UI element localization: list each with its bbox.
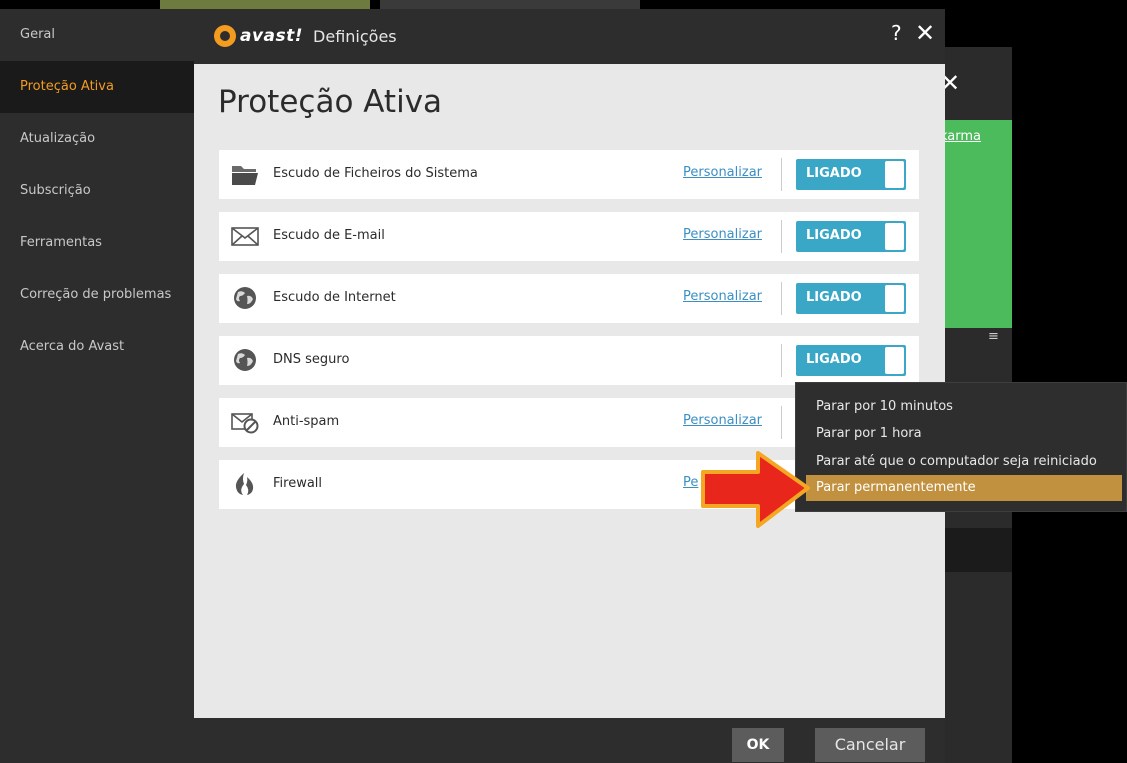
customize-link[interactable]: Pe xyxy=(683,475,698,490)
sidebar-item-acerca[interactable]: Acerca do Avast xyxy=(0,321,194,373)
shield-row: Escudo de Internet Personalizar LIGADO xyxy=(219,274,919,323)
shield-name: DNS seguro xyxy=(273,352,350,367)
toggle-knob xyxy=(885,161,904,188)
sidebar-item-geral[interactable]: Geral xyxy=(0,9,194,61)
sidebar-item-ferramentas[interactable]: Ferramentas xyxy=(0,217,194,269)
titlebar: avast! Definições ? ✕ xyxy=(194,9,945,64)
menu-item-stop-permanently[interactable]: Parar permanentemente xyxy=(806,475,1122,501)
toggle-label: LIGADO xyxy=(806,290,862,305)
close-button[interactable]: ✕ xyxy=(915,19,935,47)
toggle-knob xyxy=(885,285,904,312)
help-button[interactable]: ? xyxy=(891,21,902,45)
toggle-label: LIGADO xyxy=(806,352,862,367)
toggle-knob xyxy=(885,223,904,250)
toggle-label: LIGADO xyxy=(806,228,862,243)
avast-logo: avast! Definições xyxy=(214,23,397,49)
top-strip-segment xyxy=(160,0,370,9)
shield-row: Escudo de E-mail Personalizar LIGADO xyxy=(219,212,919,261)
toggle-label: LIGADO xyxy=(806,166,862,181)
menu-item-stop-1-hour[interactable]: Parar por 1 hora xyxy=(806,421,1122,447)
shield-toggle[interactable]: LIGADO xyxy=(796,221,906,252)
divider xyxy=(781,220,782,253)
sidebar-item-correcao[interactable]: Correção de problemas xyxy=(0,269,194,321)
brand-name: avast! xyxy=(240,26,304,46)
customize-link[interactable]: Personalizar xyxy=(683,227,762,242)
list-icon[interactable]: ≡ xyxy=(988,329,999,344)
divider xyxy=(781,406,782,439)
window-title: Definições xyxy=(313,26,397,46)
divider xyxy=(781,344,782,377)
folder-icon xyxy=(232,166,258,185)
toggle-dropdown-menu: Parar por 10 minutos Parar por 1 hora Pa… xyxy=(795,382,1127,512)
globe-icon xyxy=(234,349,256,371)
toggle-knob xyxy=(885,347,904,374)
customize-link[interactable]: Personalizar xyxy=(683,165,762,180)
menu-item-stop-10-min[interactable]: Parar por 10 minutos xyxy=(806,394,1122,420)
customize-link[interactable]: Personalizar xyxy=(683,289,762,304)
shield-row: Escudo de Ficheiros do Sistema Personali… xyxy=(219,150,919,199)
cancel-button[interactable]: Cancelar xyxy=(815,728,925,762)
ok-button[interactable]: OK xyxy=(732,728,784,762)
karma-link[interactable]: karma xyxy=(940,129,981,144)
shield-toggle[interactable]: LIGADO xyxy=(796,345,906,376)
shield-name: Firewall xyxy=(273,476,323,491)
divider xyxy=(781,282,782,315)
shield-toggle[interactable]: LIGADO xyxy=(796,159,906,190)
shield-name: Escudo de Internet xyxy=(273,290,396,305)
menu-item-stop-until-restart[interactable]: Parar até que o computador seja reinicia… xyxy=(806,449,1122,475)
mail-icon xyxy=(231,227,259,246)
globe-icon xyxy=(234,287,256,309)
shield-name: Escudo de E-mail xyxy=(273,228,385,243)
sidebar-item-protecao-ativa[interactable]: Proteção Ativa xyxy=(0,61,194,113)
bottom-bar: OK Cancelar xyxy=(194,718,945,763)
avast-logo-icon xyxy=(214,25,236,47)
sidebar: Geral Proteção Ativa Atualização Subscri… xyxy=(0,9,194,763)
top-strip-segment xyxy=(380,0,640,9)
shield-toggle[interactable]: LIGADO xyxy=(796,283,906,314)
shield-row: DNS seguro LIGADO xyxy=(219,336,919,385)
mail-blocked-icon xyxy=(231,413,259,434)
shield-name: Escudo de Ficheiros do Sistema xyxy=(273,166,478,181)
shield-name: Anti-spam xyxy=(273,414,340,429)
red-arrow-icon xyxy=(701,451,810,528)
customize-link[interactable]: Personalizar xyxy=(683,413,762,428)
divider xyxy=(781,158,782,191)
sidebar-item-atualizacao[interactable]: Atualização xyxy=(0,113,194,165)
flame-icon xyxy=(235,473,254,495)
page-title: Proteção Ativa xyxy=(218,84,443,120)
top-strip xyxy=(0,0,1127,9)
sidebar-item-subscricao[interactable]: Subscrição xyxy=(0,165,194,217)
